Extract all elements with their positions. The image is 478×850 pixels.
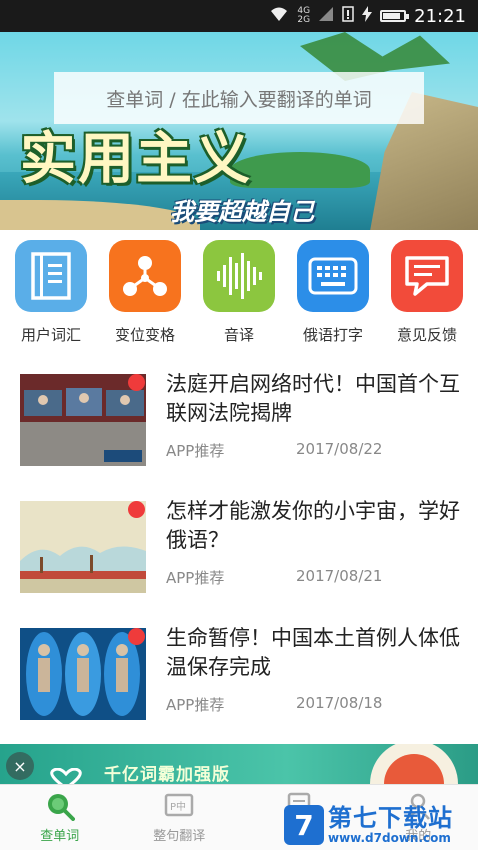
news-date: 2017/08/18 <box>296 694 383 712</box>
news-tag: APP推荐 <box>166 569 225 587</box>
unread-dot <box>128 501 145 518</box>
feature-label: 俄语打字 <box>302 326 363 344</box>
feature-label: 音译 <box>223 326 254 344</box>
watermark-logo-icon: 7 <box>284 805 324 845</box>
feature-label: 用户词汇 <box>20 326 81 344</box>
sim-alert-icon <box>342 6 354 26</box>
banner[interactable]: 实用主义 我要超越自己 查单词 / 在此输入要翻译的单词 <box>0 32 478 230</box>
news-title: 怎样才能激发你的小宇宙，学好俄语？ <box>166 499 460 552</box>
news-tag: APP推荐 <box>166 696 225 714</box>
tab-label: 整句翻译 <box>153 829 206 844</box>
news-tag: APP推荐 <box>166 442 225 460</box>
watermark-url: www.d7down.com <box>328 831 451 845</box>
news-title: 法庭开启网络时代！中国首个互联网法院揭牌 <box>166 372 460 425</box>
feature-user-vocabulary[interactable]: 用户词汇 <box>6 240 96 352</box>
watermark-name: 第七下载站 <box>328 804 453 832</box>
ad-text: 千亿词霸加强版 <box>104 765 230 784</box>
news-date: 2017/08/21 <box>296 567 383 585</box>
news-date: 2017/08/22 <box>296 440 383 458</box>
news-thumbnail <box>20 628 146 720</box>
news-item[interactable]: 生命暂停！中国本土首例人体低温保存完成 APP推荐 2017/08/18 <box>0 614 478 741</box>
close-icon[interactable]: × <box>6 752 34 780</box>
ad-illustration <box>370 744 458 784</box>
news-title: 生命暂停！中国本土首例人体低温保存完成 <box>166 626 460 679</box>
feature-feedback[interactable]: 意见反馈 <box>382 240 472 352</box>
search-input[interactable]: 查单词 / 在此输入要翻译的单词 <box>54 72 424 124</box>
feature-transliteration[interactable]: 音译 <box>194 240 284 352</box>
feature-conjugation[interactable]: 变位变格 <box>100 240 190 352</box>
wifi-icon <box>269 6 289 26</box>
tab-lookup[interactable]: 查单词 <box>0 785 120 850</box>
signal-icon <box>318 6 334 26</box>
watermark-text: 第七下载站 www.d7down.com <box>328 805 453 845</box>
news-thumbnail <box>20 501 146 593</box>
network-2g-label: 2G <box>297 15 311 25</box>
news-item[interactable]: 法庭开启网络时代！中国首个互联网法院揭牌 APP推荐 2017/08/22 <box>0 360 478 487</box>
tab-label: 查单词 <box>40 829 80 844</box>
status-bar: 4G 2G 21:21 <box>0 0 478 32</box>
ad-banner[interactable]: 千亿词霸加强版 × <box>0 744 478 784</box>
unread-dot <box>128 374 145 391</box>
svg-text:P中: P中 <box>170 800 186 813</box>
keyboard-icon <box>297 240 369 312</box>
watermark: 7 第七下载站 www.d7down.com <box>284 800 478 850</box>
feature-russian-typing[interactable]: 俄语打字 <box>288 240 378 352</box>
heart-decoration-icon <box>50 768 82 784</box>
network-type: 4G 2G <box>297 7 310 25</box>
feature-label: 变位变格 <box>114 326 175 344</box>
chat-bubble-icon <box>391 240 463 312</box>
banner-subtitle: 我要超越自己 <box>170 198 314 226</box>
news-thumbnail <box>20 374 146 466</box>
news-item[interactable]: 怎样才能激发你的小宇宙，学好俄语？ APP推荐 2017/08/21 <box>0 487 478 614</box>
charging-icon <box>362 6 373 26</box>
notebook-icon <box>15 240 87 312</box>
battery-icon <box>380 10 410 22</box>
banner-title: 实用主义 <box>20 127 252 192</box>
translate-icon: P中 <box>164 791 194 821</box>
sound-wave-icon <box>203 240 275 312</box>
tab-sentence-translate[interactable]: P中 整句翻译 <box>120 785 240 850</box>
battery-level <box>383 13 400 19</box>
search-icon <box>45 791 75 821</box>
feature-label: 意见反馈 <box>396 326 457 344</box>
unread-dot <box>128 628 145 645</box>
news-list: 法庭开启网络时代！中国首个互联网法院揭牌 APP推荐 2017/08/22 怎样… <box>0 360 478 741</box>
status-time: 21:21 <box>414 5 466 27</box>
feature-grid: 用户词汇 变位变格 音译 俄语打字 意见反馈 <box>0 240 478 352</box>
molecule-icon <box>109 240 181 312</box>
